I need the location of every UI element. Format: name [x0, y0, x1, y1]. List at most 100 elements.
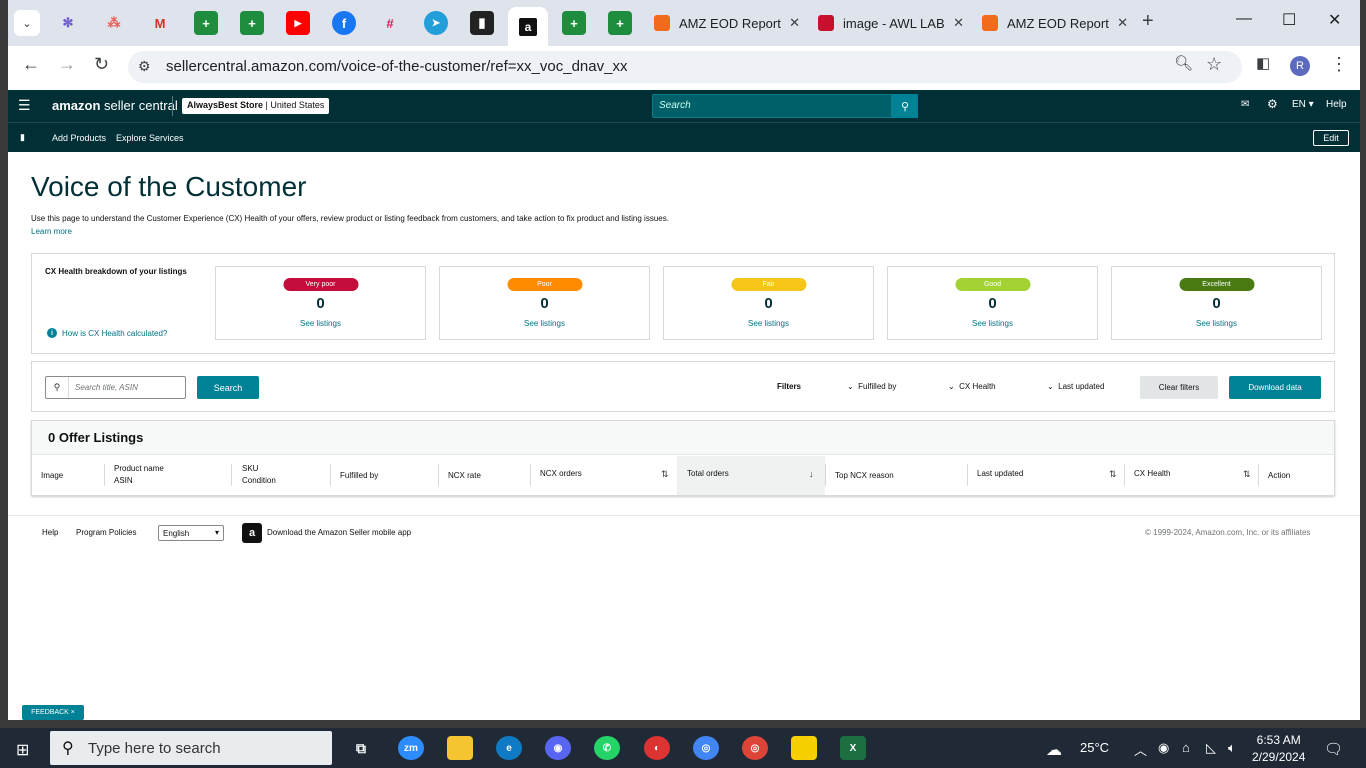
- learn-more-link[interactable]: Learn more: [31, 227, 72, 236]
- url-text[interactable]: sellercentral.amazon.com/voice-of-the-cu…: [166, 58, 627, 75]
- zoom-app-icon[interactable]: zm: [398, 736, 424, 760]
- mail-icon[interactable]: ✉: [1241, 99, 1249, 110]
- site-settings-icon[interactable]: ⚙: [138, 58, 151, 75]
- network-icon[interactable]: ⌂: [1182, 740, 1190, 755]
- minimize-icon[interactable]: —: [1236, 10, 1252, 28]
- menu-kebab-icon[interactable]: ⋮: [1330, 54, 1348, 75]
- file-explorer-icon[interactable]: [447, 736, 473, 760]
- footer-language-select[interactable]: English ▾: [158, 525, 224, 541]
- zoom-icon[interactable]: 🔍︎: [1174, 54, 1193, 72]
- footer-help-link[interactable]: Help: [42, 528, 58, 537]
- col-ncx-rate[interactable]: NCX rate: [448, 470, 481, 482]
- app-icon[interactable]: ◐: [644, 736, 670, 760]
- sort-icon[interactable]: ⇅: [1243, 469, 1251, 480]
- pinned-tab-gmail-icon[interactable]: M: [148, 11, 172, 35]
- see-listings-link[interactable]: See listings: [664, 319, 873, 328]
- col-fulfilled-by[interactable]: Fulfilled by: [340, 470, 378, 482]
- pinned-tab-asana-icon[interactable]: ⁂: [102, 11, 126, 35]
- col-last-updated[interactable]: Last updated: [977, 468, 1023, 480]
- close-icon[interactable]: ✕: [1117, 15, 1128, 31]
- pinned-tab-telegram-icon[interactable]: ➤: [424, 11, 448, 35]
- system-clock[interactable]: 6:53 AM 2/29/2024: [1252, 732, 1305, 766]
- sort-down-arrow-icon[interactable]: ↓: [809, 469, 814, 479]
- profile-avatar[interactable]: R: [1290, 56, 1310, 76]
- pinned-tab-sheets-icon[interactable]: +: [562, 11, 586, 35]
- amazon-seller-app-icon[interactable]: a: [242, 523, 262, 543]
- fulfilled-by-filter[interactable]: ⌄ Fulfilled by: [847, 382, 896, 391]
- tab-amazon-active[interactable]: a: [508, 7, 548, 46]
- pinned-tab-bars-icon[interactable]: ▮: [470, 11, 494, 35]
- see-listings-link[interactable]: See listings: [1112, 319, 1321, 328]
- weather-temp[interactable]: 25°C: [1080, 740, 1109, 755]
- bookmark-star-icon[interactable]: ☆: [1206, 54, 1222, 75]
- edge-browser-icon[interactable]: e: [496, 736, 522, 760]
- col-sku[interactable]: SKU Condition: [242, 463, 276, 487]
- pinned-tab-slack-icon[interactable]: #: [378, 11, 402, 35]
- explore-services-link[interactable]: Explore Services: [116, 133, 184, 143]
- tab-search-dropdown-icon[interactable]: ⌄: [14, 10, 40, 36]
- see-listings-link[interactable]: See listings: [216, 319, 425, 328]
- pinned-tab-sheets-icon[interactable]: +: [240, 11, 264, 35]
- search-button[interactable]: Search: [197, 376, 259, 399]
- windows-start-icon[interactable]: ⊞: [16, 740, 29, 760]
- reload-icon[interactable]: ↻: [94, 54, 109, 75]
- tab-image-awl-lab[interactable]: image - AWL LAB ✕: [818, 8, 964, 38]
- pinned-tab-sheets-icon[interactable]: +: [608, 11, 632, 35]
- chrome-icon[interactable]: ◎: [693, 736, 719, 760]
- cx-health-info-link[interactable]: i How is CX Health calculated?: [47, 328, 167, 338]
- new-tab-icon[interactable]: +: [1142, 10, 1154, 33]
- col-top-ncx-reason[interactable]: Top NCX reason: [835, 470, 894, 482]
- add-products-link[interactable]: Add Products: [52, 133, 106, 143]
- whatsapp-icon[interactable]: ✆: [594, 736, 620, 760]
- excel-icon[interactable]: X: [840, 736, 866, 760]
- volume-icon[interactable]: 🔈︎: [1228, 740, 1236, 756]
- chrome-profile-icon[interactable]: ◎: [742, 736, 768, 760]
- sticky-notes-icon[interactable]: [791, 736, 817, 760]
- col-total-orders[interactable]: Total orders: [687, 468, 729, 480]
- language-selector[interactable]: EN ▾: [1292, 99, 1314, 110]
- download-data-button[interactable]: Download data: [1229, 376, 1321, 399]
- cx-health-filter[interactable]: ⌄ CX Health: [948, 382, 996, 391]
- feedback-button[interactable]: FEEDBACK ×: [22, 705, 84, 720]
- tray-expand-icon[interactable]: ︿: [1134, 740, 1147, 759]
- store-selector[interactable]: AlwaysBest Store | United States: [182, 98, 330, 114]
- bookmark-icon[interactable]: ▮: [20, 132, 25, 143]
- task-view-icon[interactable]: ⧉: [348, 736, 374, 760]
- discord-icon[interactable]: ◉: [545, 736, 571, 760]
- pinned-tab-snowflake-icon[interactable]: ✻: [56, 11, 80, 35]
- close-icon[interactable]: ✕: [789, 15, 800, 31]
- side-panel-icon[interactable]: ◧: [1256, 54, 1270, 72]
- see-listings-link[interactable]: See listings: [888, 319, 1097, 328]
- forward-icon[interactable]: →: [58, 54, 76, 75]
- search-icon[interactable]: ⚲: [892, 94, 918, 118]
- seller-central-logo[interactable]: amazon seller central: [52, 98, 178, 113]
- settings-gear-icon[interactable]: ⚙: [1267, 97, 1278, 111]
- program-policies-link[interactable]: Program Policies: [76, 528, 136, 537]
- hamburger-menu-icon[interactable]: ☰: [18, 97, 31, 114]
- notification-icon[interactable]: 🗨︎: [1324, 740, 1343, 758]
- tab-amz-eod-report-2[interactable]: AMZ EOD Report ✕: [982, 8, 1128, 38]
- col-cx-health[interactable]: CX Health: [1134, 468, 1170, 480]
- close-icon[interactable]: ✕: [953, 15, 964, 31]
- clear-filters-button[interactable]: Clear filters: [1140, 376, 1218, 399]
- back-icon[interactable]: ←: [22, 54, 40, 75]
- pinned-tab-youtube-icon[interactable]: ▶: [286, 11, 310, 35]
- listing-search-input[interactable]: ⚲ Search title, ASIN: [45, 376, 186, 399]
- help-link[interactable]: Help: [1326, 99, 1347, 110]
- maximize-icon[interactable]: ☐: [1282, 10, 1296, 30]
- pinned-tab-facebook-icon[interactable]: f: [332, 11, 356, 35]
- col-product-name[interactable]: Product name ASIN: [114, 463, 164, 487]
- last-updated-filter[interactable]: ⌄ Last updated: [1047, 382, 1104, 391]
- see-listings-link[interactable]: See listings: [440, 319, 649, 328]
- seller-search-input[interactable]: Search: [652, 94, 892, 118]
- tab-amz-eod-report[interactable]: AMZ EOD Report ✕: [654, 8, 800, 38]
- sort-icon[interactable]: ⇅: [661, 469, 669, 480]
- edit-button[interactable]: Edit: [1313, 130, 1349, 146]
- col-ncx-orders[interactable]: NCX orders: [540, 468, 582, 480]
- wifi-off-icon[interactable]: ◺: [1206, 740, 1216, 756]
- record-icon[interactable]: ◉: [1158, 740, 1169, 756]
- pinned-tab-sheets-icon[interactable]: +: [194, 11, 218, 35]
- sort-icon[interactable]: ⇅: [1109, 469, 1117, 480]
- download-app-link[interactable]: Download the Amazon Seller mobile app: [267, 528, 411, 537]
- close-window-icon[interactable]: ✕: [1328, 10, 1341, 30]
